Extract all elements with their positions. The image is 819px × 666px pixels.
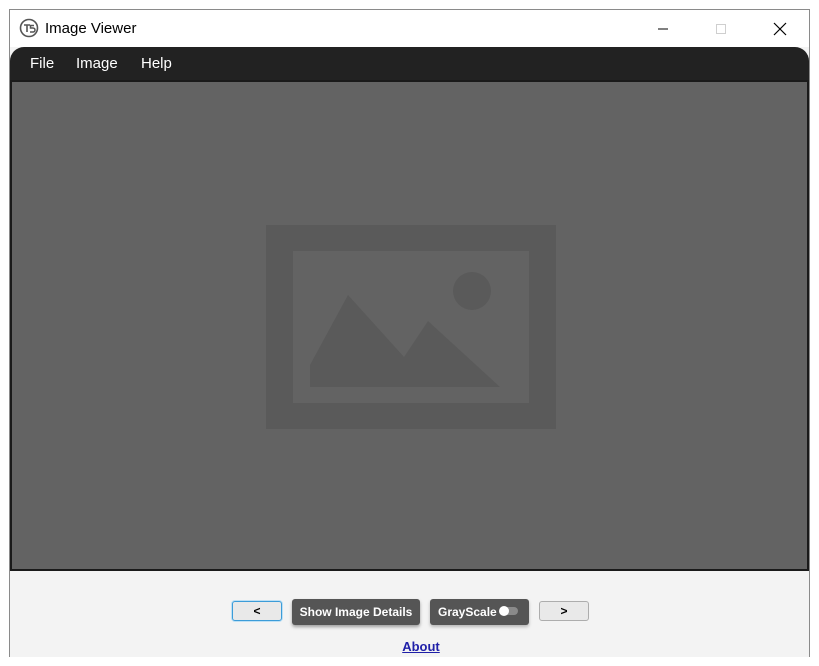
maximize-button[interactable] (692, 10, 750, 47)
grayscale-switch[interactable] (499, 606, 518, 616)
switch-knob (499, 606, 509, 616)
minimize-button[interactable] (634, 10, 692, 47)
grayscale-label: GrayScale (438, 605, 497, 619)
close-icon (773, 22, 787, 35)
menu-image[interactable]: Image (76, 55, 118, 73)
show-image-details-button[interactable]: Show Image Details (292, 599, 420, 625)
previous-button[interactable]: < (232, 601, 282, 621)
image-viewport[interactable] (10, 80, 809, 571)
app-window: Image Viewer File Image Help < Show Imag… (9, 9, 810, 657)
menu-help[interactable]: Help (141, 55, 172, 73)
title-bar[interactable]: Image Viewer (10, 10, 809, 47)
minimize-icon (658, 28, 668, 29)
about-link[interactable]: About (396, 639, 446, 654)
menu-file[interactable]: File (30, 55, 54, 73)
close-button[interactable] (751, 10, 809, 47)
image-placeholder-icon (266, 225, 556, 429)
next-button[interactable]: > (539, 601, 589, 621)
menu-bar: File Image Help (10, 47, 809, 80)
grayscale-toggle-button[interactable]: GrayScale (430, 599, 529, 625)
window-title: Image Viewer (45, 20, 137, 37)
app-logo-icon (19, 18, 39, 38)
control-panel: < Show Image Details GrayScale > About (10, 571, 809, 657)
maximize-icon (716, 23, 726, 34)
